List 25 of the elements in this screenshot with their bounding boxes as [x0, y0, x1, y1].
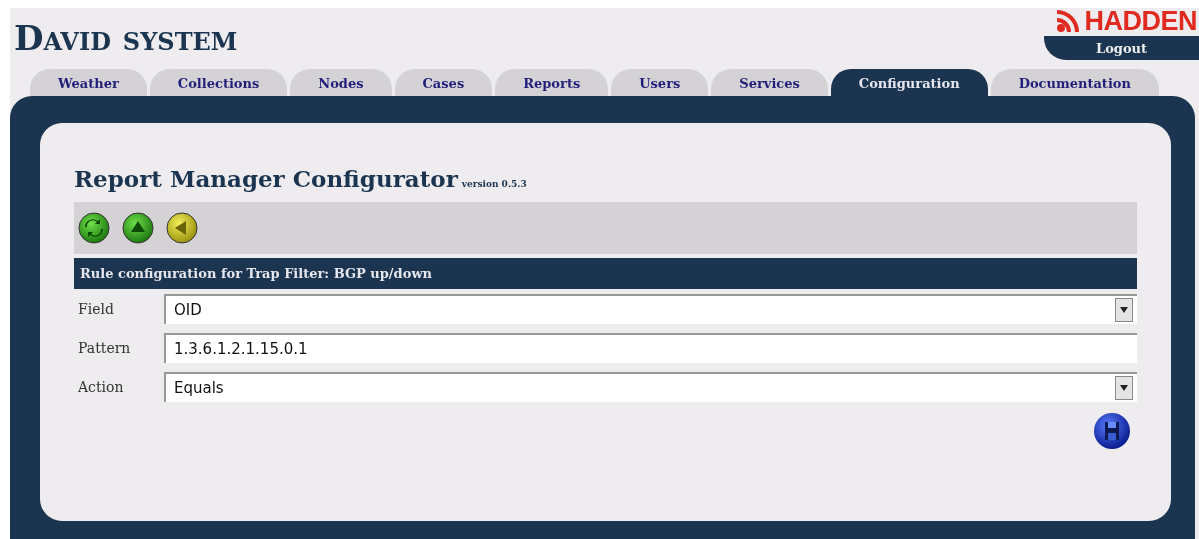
field-label: Action — [77, 378, 125, 395]
select-field[interactable]: Equals — [164, 371, 1137, 402]
refresh-icon[interactable] — [78, 212, 110, 244]
version-label: version 0.5.3 — [461, 179, 527, 189]
nav-tab[interactable]: Collections — [149, 69, 288, 96]
input-field[interactable]: 1.3.6.1.2.1.15.0.1 — [164, 332, 1137, 363]
nav-tab[interactable]: Services — [711, 69, 828, 96]
dropdown-arrow-icon — [1120, 384, 1128, 391]
dropdown-arrow-icon — [1120, 306, 1128, 313]
nav-tab[interactable]: Cases — [394, 69, 493, 96]
nav-tab[interactable]: Configuration — [830, 69, 988, 96]
nav-tab[interactable]: Reports — [495, 69, 609, 96]
save-icon[interactable] — [1093, 412, 1131, 450]
nav-tab[interactable]: Weather — [30, 69, 147, 96]
field-label: Field — [77, 300, 115, 317]
app-title: David system — [13, 17, 238, 60]
section-header: Rule configuration for Trap Filter: BGP up/down — [74, 258, 1137, 289]
logout-tab[interactable]: Logout — [1044, 36, 1199, 60]
nav-tab[interactable]: Users — [611, 69, 709, 96]
nav-tab[interactable]: Nodes — [290, 69, 392, 96]
company-logo: HADDEN — [1084, 8, 1197, 34]
select-field[interactable]: OID — [164, 293, 1137, 324]
field-label: Pattern — [77, 339, 132, 356]
page-title: Report Manager Configurator — [74, 165, 458, 192]
nav-tab[interactable]: Documentation — [990, 69, 1159, 96]
